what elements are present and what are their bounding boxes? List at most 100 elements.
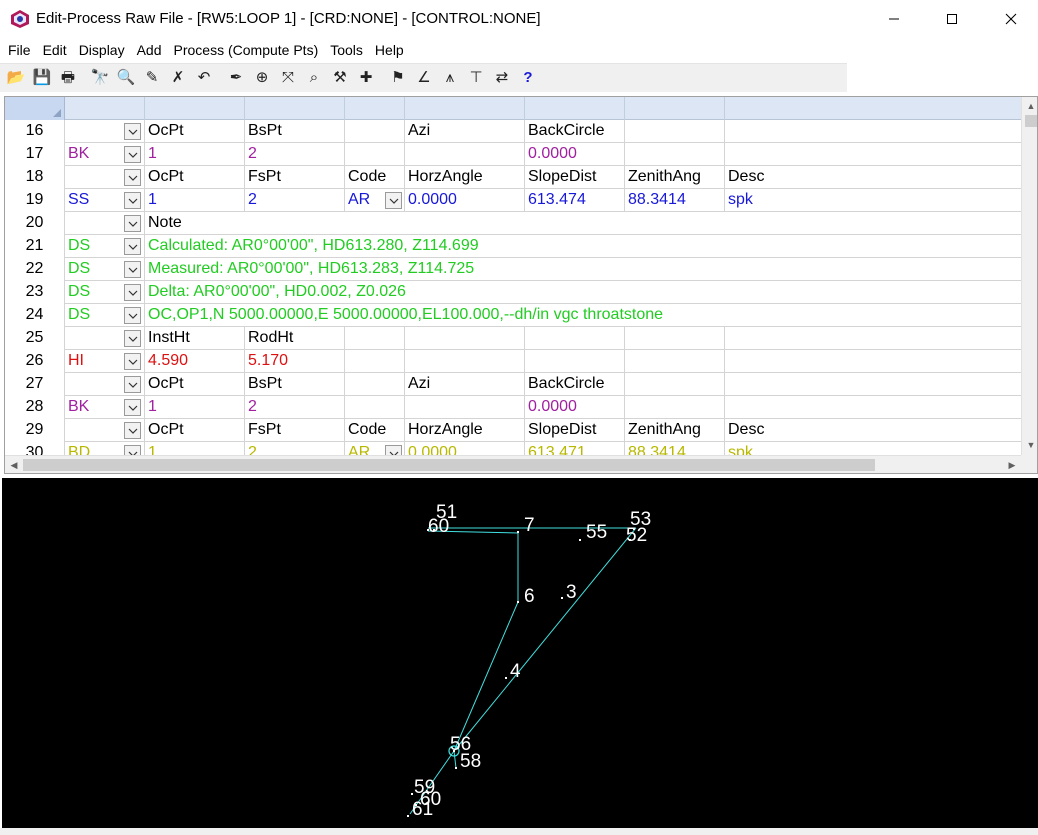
grid-cell[interactable]: SlopeDist — [525, 166, 625, 189]
grid-cell[interactable] — [625, 373, 725, 396]
row-number[interactable]: 19 — [5, 189, 65, 212]
angle-button[interactable]: ∠ — [412, 66, 436, 90]
grid-cell[interactable]: 0.0000 — [525, 396, 625, 419]
table-row[interactable]: 27 OcPt BsPt Azi BackCircle — [5, 373, 1021, 396]
grid-cell[interactable] — [345, 373, 405, 396]
instrument-button[interactable]: ⚑ — [386, 66, 410, 90]
add-record-button[interactable]: ✎ — [140, 66, 164, 90]
maximize-button[interactable] — [923, 0, 981, 38]
grid-cell[interactable] — [405, 327, 525, 350]
grid-cell[interactable]: Azi — [405, 120, 525, 143]
grid-cell[interactable] — [725, 373, 1021, 396]
grid-cell[interactable]: FsPt — [245, 419, 345, 442]
table-row[interactable]: 23 DS Delta: AR0°00'00", HD0.002, Z0.026 — [5, 281, 1021, 304]
grid-cell[interactable]: BackCircle — [525, 120, 625, 143]
row-number[interactable]: 17 — [5, 143, 65, 166]
scroll-left-icon[interactable]: ◀ — [5, 456, 23, 473]
grid-cell[interactable]: OcPt — [145, 373, 245, 396]
traverse-plot[interactable]: 51 60 7 55 53 52 6 3 4 56 58 59 60 61 — [2, 478, 1038, 828]
record-type-dropdown[interactable] — [124, 215, 141, 232]
table-row[interactable]: 16 OcPt BsPt Azi BackCircle — [5, 120, 1021, 143]
menu-tools[interactable]: Tools — [324, 38, 369, 62]
record-type-dropdown[interactable] — [124, 146, 141, 163]
grid-cell[interactable]: Code — [345, 419, 405, 442]
minimize-button[interactable] — [865, 0, 923, 38]
scroll-up-icon[interactable]: ▲ — [1022, 97, 1037, 114]
table-row[interactable]: 24 DS OC,OP1,N 5000.00000,E 5000.00000,EL1… — [5, 304, 1021, 327]
column-header-g[interactable] — [625, 97, 725, 120]
table-row[interactable]: 28 BK 1 2 0.0000 — [5, 396, 1021, 419]
scroll-right-icon[interactable]: ▶ — [1003, 456, 1021, 473]
grid-cell[interactable]: Azi — [405, 373, 525, 396]
grid-cell[interactable] — [725, 120, 1021, 143]
column-header-type[interactable] — [65, 97, 145, 120]
grid-cell[interactable] — [525, 350, 625, 373]
menu-edit[interactable]: Edit — [37, 38, 73, 62]
record-type-dropdown[interactable] — [124, 261, 141, 278]
note-cell[interactable]: Note — [145, 212, 1021, 235]
grid-cell[interactable]: 2 — [245, 396, 345, 419]
survey-point[interactable] — [561, 597, 563, 599]
row-number[interactable]: 20 — [5, 212, 65, 235]
add-point-button[interactable]: ✚ — [354, 66, 378, 90]
row-number[interactable]: 23 — [5, 281, 65, 304]
grid-cell[interactable]: 88.3414 — [625, 189, 725, 212]
table-row[interactable]: 25 InstHt RodHt — [5, 327, 1021, 350]
column-header-d[interactable] — [345, 97, 405, 120]
row-number[interactable]: 18 — [5, 166, 65, 189]
grid-cell[interactable] — [725, 350, 1021, 373]
survey-point[interactable] — [517, 601, 519, 603]
row-number[interactable]: 24 — [5, 304, 65, 327]
column-header-e[interactable] — [405, 97, 525, 120]
menu-help[interactable]: Help — [369, 38, 410, 62]
compass-button[interactable]: ⩚ — [438, 66, 462, 90]
record-type-dropdown[interactable] — [124, 123, 141, 140]
note-cell[interactable]: Delta: AR0°00'00", HD0.002, Z0.026 — [145, 281, 1021, 304]
grid-cell[interactable] — [345, 396, 405, 419]
zoom-window-button[interactable]: ⌕ — [302, 66, 326, 90]
grid-cell[interactable] — [725, 327, 1021, 350]
traverse-plot-canvas[interactable]: 5160 7 5553526 345658596061 — [2, 478, 1038, 828]
grid-cell[interactable]: Desc — [725, 419, 1021, 442]
menu-process[interactable]: Process (Compute Pts) — [168, 38, 325, 62]
grid-cell[interactable]: 0.0000 — [405, 189, 525, 212]
grid-cell[interactable]: OcPt — [145, 166, 245, 189]
grid-cell[interactable] — [625, 143, 725, 166]
table-row[interactable]: 20 Note — [5, 212, 1021, 235]
horizontal-scroll-thumb[interactable] — [23, 459, 875, 471]
menu-add[interactable]: Add — [131, 38, 168, 62]
table-row[interactable]: 19 SS 1 2 AR 0.0000 613.474 88.3414 spk — [5, 189, 1021, 212]
row-number[interactable]: 16 — [5, 120, 65, 143]
column-header-c[interactable] — [245, 97, 345, 120]
menu-file[interactable]: File — [2, 38, 37, 62]
grid-cell[interactable]: OcPt — [145, 419, 245, 442]
record-type-dropdown[interactable] — [124, 192, 141, 209]
horizontal-scrollbar[interactable]: ◀ ▶ — [5, 455, 1021, 473]
grid-cell[interactable]: 1 — [145, 396, 245, 419]
vertical-scrollbar[interactable]: ▲ ▼ — [1021, 97, 1037, 455]
row-number[interactable]: 26 — [5, 350, 65, 373]
grid-cell[interactable]: SlopeDist — [525, 419, 625, 442]
row-number[interactable]: 22 — [5, 258, 65, 281]
column-header-b[interactable] — [145, 97, 245, 120]
record-type-dropdown[interactable] — [124, 169, 141, 186]
table-row[interactable]: 26 HI 4.590 5.170 — [5, 350, 1021, 373]
column-header-h[interactable] — [725, 97, 1021, 120]
grid-cell[interactable]: 1 — [145, 189, 245, 212]
row-number[interactable]: 29 — [5, 419, 65, 442]
grid-cell[interactable]: BackCircle — [525, 373, 625, 396]
grid-cell[interactable]: Code — [345, 166, 405, 189]
close-button[interactable] — [982, 0, 1038, 38]
record-type-dropdown[interactable] — [124, 307, 141, 324]
grid-cell[interactable]: ZenithAng — [625, 419, 725, 442]
traverse-button[interactable]: ⤧ — [276, 66, 300, 90]
scroll-down-icon[interactable]: ▼ — [1022, 436, 1037, 453]
grid-cell[interactable] — [625, 327, 725, 350]
grid-cell[interactable]: RodHt — [245, 327, 345, 350]
grid-cell[interactable] — [345, 120, 405, 143]
zoom-button[interactable]: ⊕ — [250, 66, 274, 90]
table-row[interactable]: 18 OcPt FsPt Code HorzAngle SlopeDist ZenithAn… — [5, 166, 1021, 189]
survey-point[interactable] — [455, 767, 457, 769]
code-dropdown[interactable] — [385, 192, 402, 209]
note-cell[interactable]: Measured: AR0°00'00", HD613.283, Z114.72… — [145, 258, 1021, 281]
